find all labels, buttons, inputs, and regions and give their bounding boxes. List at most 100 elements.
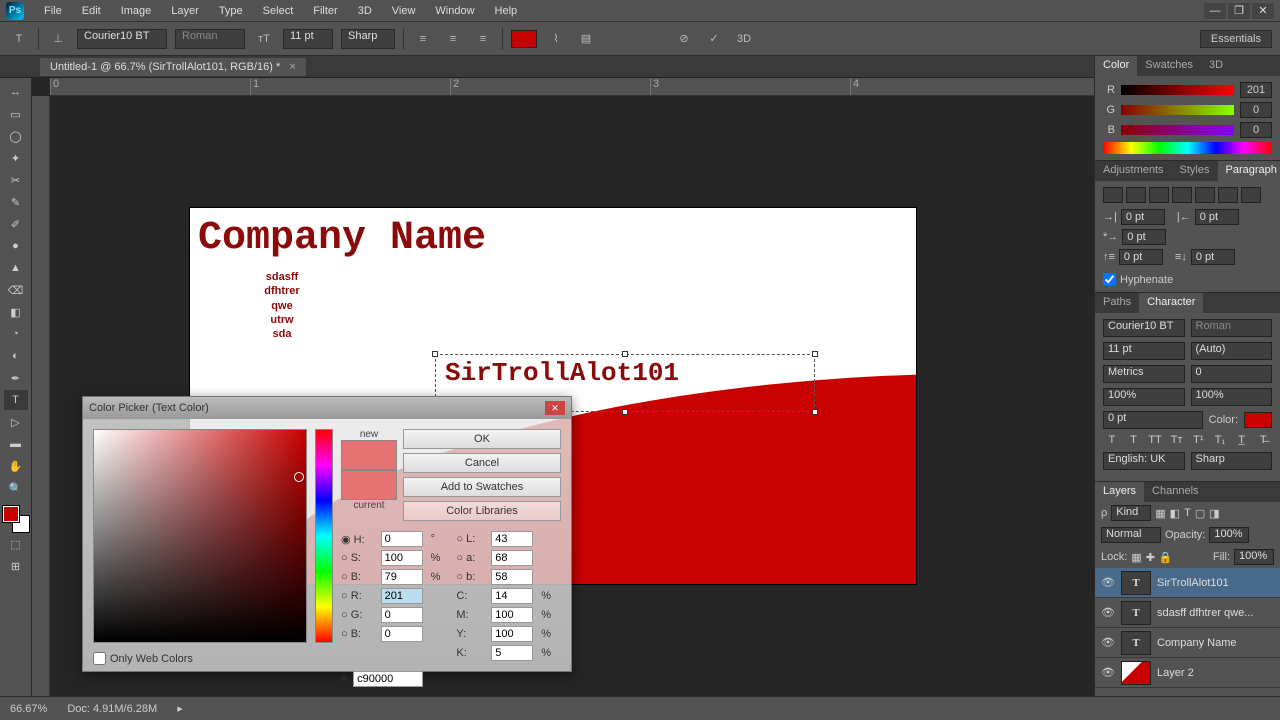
menu-layer[interactable]: Layer — [161, 5, 209, 17]
tab-3d[interactable]: 3D — [1201, 56, 1231, 76]
spectrum-ramp[interactable] — [1103, 142, 1272, 154]
char-hscale-field[interactable]: 100% — [1191, 388, 1273, 406]
opacity-field[interactable]: 100% — [1209, 527, 1249, 543]
3d-icon[interactable]: 3D — [733, 28, 755, 50]
foreground-color-swatch[interactable] — [3, 506, 19, 522]
layer-row[interactable]: 👁Tsdasff dfhtrer qwe... — [1095, 598, 1280, 628]
window-minimize-icon[interactable]: — — [1204, 3, 1226, 19]
chevron-right-icon[interactable]: ▸ — [177, 702, 183, 715]
visibility-icon[interactable]: 👁 — [1101, 666, 1115, 679]
justify-center-icon[interactable] — [1195, 187, 1215, 203]
filter-icon[interactable]: ◧ — [1170, 507, 1180, 520]
g-value[interactable]: 0 — [1240, 102, 1272, 118]
char-color-swatch[interactable] — [1244, 412, 1272, 428]
align-left-icon[interactable] — [1103, 187, 1123, 203]
tab-paths[interactable]: Paths — [1095, 293, 1139, 313]
stamp-tool-icon[interactable]: ● — [4, 236, 28, 256]
char-aa-field[interactable]: Sharp — [1191, 452, 1273, 470]
toggle-panels-icon[interactable]: ▤ — [575, 28, 597, 50]
char-vscale-field[interactable]: 100% — [1103, 388, 1185, 406]
saturation-field[interactable] — [93, 429, 307, 643]
bb-field[interactable] — [491, 569, 533, 585]
faux-bold-icon[interactable]: T — [1103, 434, 1121, 446]
r-field[interactable] — [381, 588, 423, 604]
menu-3d[interactable]: 3D — [348, 5, 382, 17]
allcaps-icon[interactable]: TT — [1146, 434, 1164, 446]
visibility-icon[interactable]: 👁 — [1101, 576, 1115, 589]
document-tab[interactable]: Untitled-1 @ 66.7% (SirTrollAlot101, RGB… — [40, 58, 306, 76]
blue-field[interactable] — [381, 626, 423, 642]
menu-help[interactable]: Help — [485, 5, 528, 17]
space-before-field[interactable] — [1119, 249, 1163, 265]
superscript-icon[interactable]: T¹ — [1190, 434, 1208, 446]
transform-handle[interactable] — [622, 351, 628, 357]
tab-layers[interactable]: Layers — [1095, 482, 1144, 502]
color-cursor[interactable] — [294, 472, 304, 482]
type-tool-icon[interactable]: T — [4, 390, 28, 410]
m-field[interactable] — [491, 607, 533, 623]
close-tab-icon[interactable]: × — [289, 61, 295, 73]
g-field[interactable] — [381, 607, 423, 623]
window-close-icon[interactable]: ✕ — [1252, 3, 1274, 19]
char-font-field[interactable]: Courier10 BT — [1103, 319, 1185, 337]
tab-adjustments[interactable]: Adjustments — [1095, 161, 1172, 181]
blend-mode-field[interactable]: Normal — [1101, 527, 1161, 543]
kind-filter[interactable]: Kind — [1111, 505, 1151, 521]
lock-position-icon[interactable]: ✚ — [1146, 551, 1155, 564]
bval-field[interactable] — [381, 569, 423, 585]
g-slider[interactable] — [1121, 105, 1234, 115]
wand-tool-icon[interactable]: ✦ — [4, 148, 28, 168]
underline-icon[interactable]: T̲ — [1233, 434, 1251, 446]
r-value[interactable]: 201 — [1240, 82, 1272, 98]
tab-character[interactable]: Character — [1139, 293, 1203, 313]
indent-left-field[interactable] — [1121, 209, 1165, 225]
b-slider[interactable] — [1121, 125, 1234, 135]
marquee-tool-icon[interactable]: ▭ — [4, 104, 28, 124]
ok-button[interactable]: OK — [403, 429, 561, 449]
char-lang-field[interactable]: English: UK — [1103, 452, 1185, 470]
faux-italic-icon[interactable]: T — [1125, 434, 1143, 446]
hex-field[interactable] — [353, 671, 423, 687]
layer-row[interactable]: 👁TCompany Name — [1095, 628, 1280, 658]
fill-field[interactable]: 100% — [1234, 549, 1274, 565]
color-libraries-button[interactable]: Color Libraries — [403, 501, 561, 521]
char-kerning-field[interactable]: Metrics — [1103, 365, 1185, 383]
filter-icon[interactable]: ◨ — [1209, 507, 1219, 520]
font-size-field[interactable]: 11 pt — [283, 29, 333, 49]
char-tracking-field[interactable]: 0 — [1191, 365, 1273, 383]
align-right-icon[interactable]: ≡ — [472, 28, 494, 50]
tab-channels[interactable]: Channels — [1144, 482, 1206, 502]
add-swatches-button[interactable]: Add to Swatches — [403, 477, 561, 497]
tab-color[interactable]: Color — [1095, 56, 1137, 76]
lasso-tool-icon[interactable]: ◯ — [4, 126, 28, 146]
char-size-field[interactable]: 11 pt — [1103, 342, 1185, 360]
filter-icon[interactable]: T — [1184, 507, 1191, 519]
zoom-level[interactable]: 66.67% — [10, 703, 47, 715]
y-field[interactable] — [491, 626, 533, 642]
path-select-icon[interactable]: ▷ — [4, 412, 28, 432]
indent-right-field[interactable] — [1195, 209, 1239, 225]
color-picker-dialog[interactable]: Color Picker (Text Color) ✕ new current … — [82, 396, 572, 672]
menu-select[interactable]: Select — [253, 5, 304, 17]
a-field[interactable] — [491, 550, 533, 566]
eyedropper-tool-icon[interactable]: ✎ — [4, 192, 28, 212]
layer-row[interactable]: 👁Layer 2 — [1095, 658, 1280, 688]
tab-paragraph[interactable]: Paragraph — [1218, 161, 1280, 181]
hyphenate-checkbox[interactable]: Hyphenate — [1103, 273, 1272, 286]
font-style-field[interactable]: Roman — [175, 29, 245, 49]
k-field[interactable] — [491, 645, 533, 661]
shape-tool-icon[interactable]: ▬ — [4, 434, 28, 454]
screenmode-icon[interactable]: ⊞ — [4, 556, 28, 576]
char-style-field[interactable]: Roman — [1191, 319, 1273, 337]
visibility-icon[interactable]: 👁 — [1101, 606, 1115, 619]
smallcaps-icon[interactable]: Tт — [1168, 434, 1186, 446]
history-brush-icon[interactable]: ▲ — [4, 258, 28, 278]
h-field[interactable] — [381, 531, 423, 547]
strike-icon[interactable]: T̶ — [1254, 434, 1272, 446]
menu-window[interactable]: Window — [425, 5, 484, 17]
menu-edit[interactable]: Edit — [72, 5, 111, 17]
visibility-icon[interactable]: 👁 — [1101, 636, 1115, 649]
window-maximize-icon[interactable]: ❐ — [1228, 3, 1250, 19]
subscript-icon[interactable]: T₁ — [1211, 434, 1229, 446]
s-field[interactable] — [381, 550, 423, 566]
